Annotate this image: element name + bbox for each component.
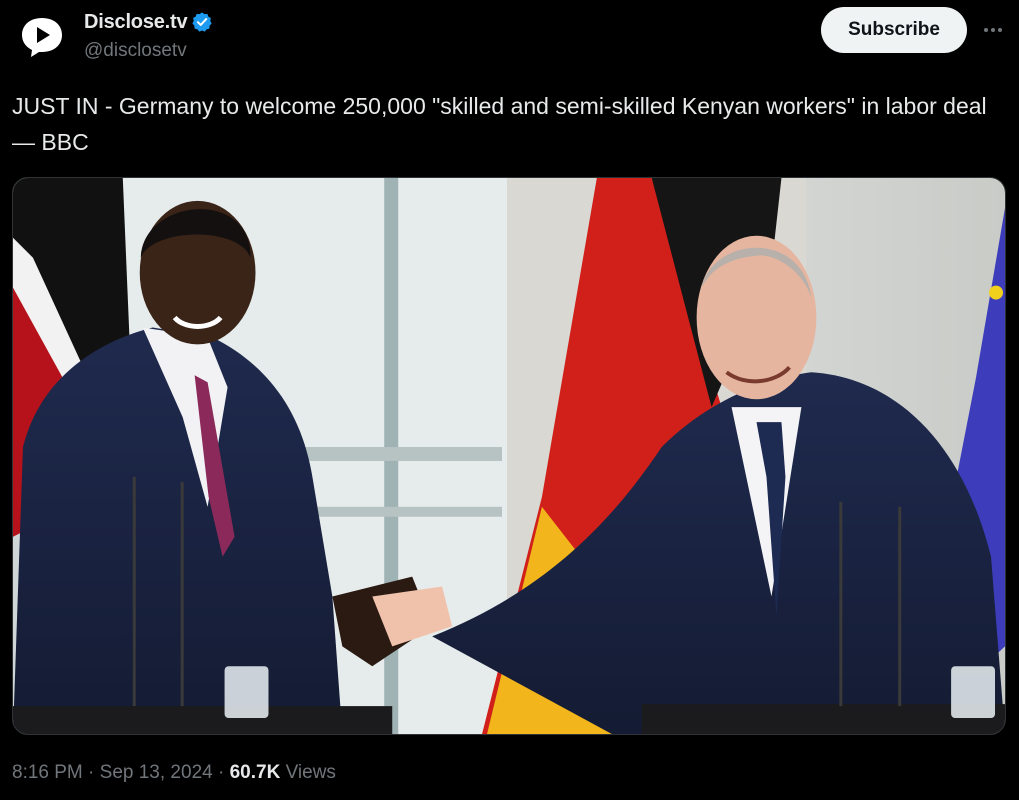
tweet-photo[interactable]: [12, 177, 1006, 735]
separator: ·: [82, 762, 100, 783]
post-date[interactable]: Sep 13, 2024: [100, 762, 213, 784]
post-time[interactable]: 8:16 PM: [12, 762, 83, 784]
tweet-header: Disclose.tv @disclosetv Subscribe: [0, 0, 1019, 80]
tweet-metadata: 8:16 PM · Sep 13, 2024 · 60.7K Views: [12, 762, 336, 784]
subscribe-button[interactable]: Subscribe: [821, 7, 967, 53]
views-count[interactable]: 60.7K: [230, 762, 281, 784]
display-name-row: Disclose.tv: [84, 10, 213, 34]
handle[interactable]: @disclosetv: [84, 40, 213, 62]
more-horizontal-icon: [984, 28, 988, 32]
display-name[interactable]: Disclose.tv: [84, 11, 188, 34]
more-options-button[interactable]: [978, 18, 1008, 42]
tweet-text: JUST IN - Germany to welcome 250,000 "sk…: [12, 93, 987, 155]
separator: ·: [212, 762, 230, 783]
author-info: Disclose.tv @disclosetv: [84, 10, 213, 62]
photo-illustration: [13, 178, 1005, 734]
avatar[interactable]: [16, 10, 68, 62]
views-label: Views: [280, 762, 336, 783]
verified-badge-icon[interactable]: [191, 11, 213, 33]
